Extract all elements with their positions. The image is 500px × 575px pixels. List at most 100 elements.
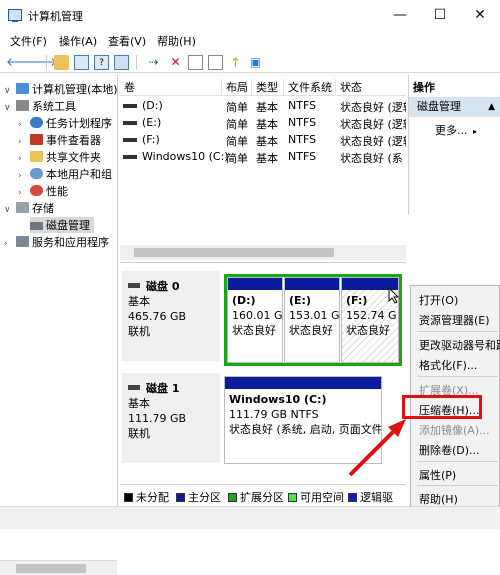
tree-item-shared-folders[interactable]: › 共享文件夹: [18, 149, 101, 165]
tree-item-local-users[interactable]: › 本地用户和组: [18, 166, 112, 182]
column-header-status[interactable]: 状态: [336, 79, 406, 96]
chevron-right-icon[interactable]: ›: [18, 120, 30, 130]
menu-item-delete-volume[interactable]: 删除卷(D)...: [419, 442, 480, 458]
storage-icon: [16, 202, 29, 213]
menu-view[interactable]: 查看(V): [108, 33, 146, 49]
close-button[interactable]: ✕: [460, 0, 500, 31]
volume-icon: [123, 155, 137, 159]
computer-management-window: 计算机管理 — ☐ ✕ 文件(F) 操作(A) 查看(V) 帮助(H) 🡐 🡒 …: [0, 0, 500, 575]
disk-0-label[interactable]: 磁盘 0 基本 465.76 GB 联机: [122, 271, 220, 361]
legend-label: 扩展分区: [240, 491, 284, 504]
tree-horizontal-scrollbar[interactable]: [0, 560, 117, 575]
mouse-cursor-icon: [388, 287, 400, 304]
menu-item-properties[interactable]: 属性(P): [419, 467, 456, 483]
cell-layout: 简单: [226, 135, 248, 148]
check-document-icon[interactable]: [188, 55, 203, 70]
menu-file[interactable]: 文件(F): [10, 33, 47, 49]
chevron-right-icon[interactable]: ›: [4, 239, 16, 249]
disk-1-label[interactable]: 磁盘 1 基本 111.79 GB 联机: [122, 373, 220, 463]
tree-item-storage[interactable]: ∨ 存储: [4, 200, 54, 216]
scrollbar-thumb[interactable]: [134, 248, 334, 257]
event-viewer-icon: [30, 134, 43, 145]
chevron-down-icon[interactable]: ∨: [4, 205, 16, 215]
disk-type: 基本: [128, 397, 150, 410]
actions-section-disk-management[interactable]: 磁盘管理 ▲: [409, 97, 500, 117]
help-icon[interactable]: ?: [94, 55, 109, 70]
maximize-button[interactable]: ☐: [420, 0, 460, 31]
column-header-filesystem[interactable]: 文件系统: [284, 79, 336, 96]
table-row[interactable]: (F:) 简单 基本 NTFS 状态良好 (逻辑: [120, 131, 406, 148]
collapse-arrow-icon[interactable]: ▲: [488, 97, 495, 117]
disk-name: 磁盘 0: [146, 280, 180, 293]
tree-label: 任务计划程序: [46, 117, 112, 130]
down-icon[interactable]: ▣: [248, 55, 263, 70]
table-row[interactable]: Windows10 (C:) 简单 基本 NTFS 状态良好 (系: [120, 148, 406, 165]
annotation-arrow-icon: [348, 419, 406, 477]
document-icon[interactable]: [208, 55, 223, 70]
chevron-right-icon[interactable]: ›: [18, 137, 30, 147]
partition-d[interactable]: (D:) 160.01 G 状态良好: [227, 277, 283, 363]
table-row[interactable]: (E:) 简单 基本 NTFS 状态良好 (逻辑: [120, 114, 406, 131]
partition-e[interactable]: (E:) 153.01 G 状态良好: [284, 277, 340, 363]
up-icon[interactable]: 🡑: [228, 55, 243, 70]
connect-icon[interactable]: ⇢: [146, 55, 161, 70]
cell-layout: 简单: [226, 118, 248, 131]
partition-status: 状态良好: [232, 324, 276, 337]
minimize-button[interactable]: —: [380, 0, 420, 31]
table-row[interactable]: (D:) 简单 基本 NTFS 状态良好 (逻辑: [120, 97, 406, 114]
cell-type: 基本: [256, 152, 278, 165]
disk-size: 465.76 GB: [128, 310, 187, 323]
disk-icon: [30, 222, 43, 230]
menu-divider: [417, 485, 497, 486]
tree-item-system-tools[interactable]: ∨ 系统工具: [4, 98, 76, 114]
chevron-right-icon[interactable]: ›: [18, 188, 30, 198]
tree-label: 事件查看器: [46, 134, 101, 147]
chevron-right-icon[interactable]: ›: [18, 154, 30, 164]
view-icon[interactable]: [114, 55, 129, 70]
partition-status: 状态良好: [346, 324, 390, 337]
partition-color-bar: [228, 278, 282, 290]
tree-item-performance[interactable]: › 性能: [18, 183, 68, 199]
column-header-layout[interactable]: 布局: [222, 79, 252, 96]
chevron-down-icon[interactable]: ∨: [4, 103, 16, 113]
menu-item-open[interactable]: 打开(O): [419, 292, 458, 308]
chevron-down-icon[interactable]: ∨: [4, 86, 16, 96]
tree-label: 存储: [32, 202, 54, 215]
chevron-right-icon[interactable]: ›: [18, 171, 30, 181]
actions-pane: 操作 磁盘管理 ▲ 更多... ▸: [408, 75, 500, 215]
menu-item-format[interactable]: 格式化(F)...: [419, 357, 477, 373]
back-icon[interactable]: 🡐: [6, 55, 38, 70]
tree-label: 共享文件夹: [46, 151, 101, 164]
scrollbar-thumb[interactable]: [16, 564, 86, 573]
volume-icon: [123, 104, 137, 108]
disk-icon: [128, 283, 140, 288]
menu-item-explorer[interactable]: 资源管理器(E): [419, 312, 490, 328]
tree-item-computer-management[interactable]: ∨ 计算机管理(本地): [4, 81, 118, 97]
tree-item-disk-management[interactable]: 磁盘管理: [30, 217, 94, 233]
menu-item-help[interactable]: 帮助(H): [419, 491, 458, 507]
partition-color-bar: [225, 377, 381, 389]
volume-icon: [123, 121, 137, 125]
tree-item-event-viewer[interactable]: › 事件查看器: [18, 132, 101, 148]
column-header-type[interactable]: 类型: [252, 79, 284, 96]
menu-help[interactable]: 帮助(H): [157, 33, 196, 49]
computer-management-icon: [8, 9, 22, 22]
forward-icon[interactable]: 🡒: [25, 55, 57, 70]
menu-divider: [417, 376, 497, 377]
volume-list-horizontal-scrollbar[interactable]: [120, 245, 406, 260]
partition-size: 153.01 G: [289, 309, 340, 322]
properties-icon[interactable]: [74, 55, 89, 70]
folder-icon[interactable]: [54, 55, 69, 70]
cell-status: 状态良好 (逻辑: [340, 135, 406, 148]
tree-label: 计算机管理(本地): [32, 83, 118, 96]
users-icon: [30, 168, 43, 179]
cell-status: 状态良好 (系: [340, 152, 403, 165]
column-header-volume[interactable]: 卷: [120, 79, 222, 96]
menu-item-change-drive-letter[interactable]: 更改驱动器号和路: [419, 337, 500, 353]
tree-item-services[interactable]: › 服务和应用程序: [4, 234, 109, 250]
delete-icon[interactable]: ✕: [168, 55, 183, 70]
volume-icon: [123, 138, 137, 142]
menu-action[interactable]: 操作(A): [59, 33, 97, 49]
more-actions-link[interactable]: 更多... ▸: [435, 122, 477, 138]
tree-item-task-scheduler[interactable]: › 任务计划程序: [18, 115, 112, 131]
